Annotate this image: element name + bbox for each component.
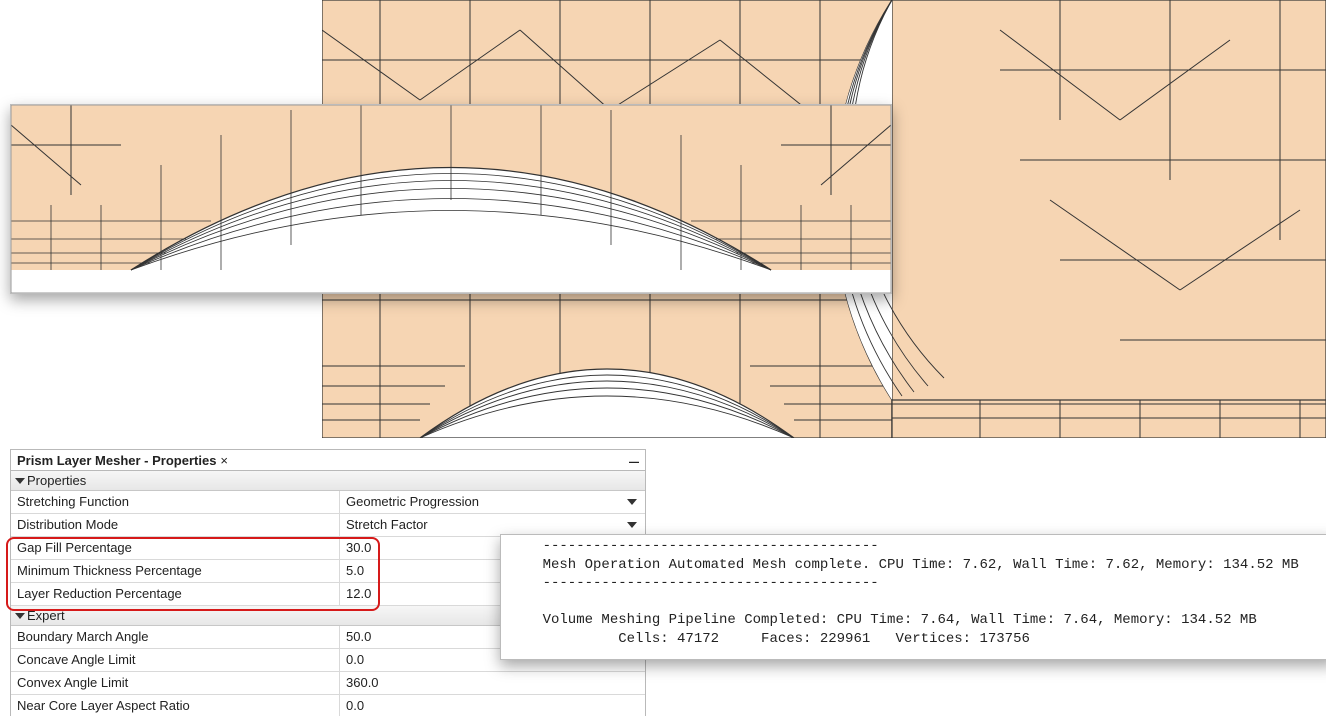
label-distribution-mode: Distribution Mode [11, 514, 340, 536]
chevron-down-icon [15, 613, 25, 619]
row-convex[interactable]: Convex Angle Limit 360.0 [11, 672, 645, 695]
row-near-core[interactable]: Near Core Layer Aspect Ratio 0.0 [11, 695, 645, 716]
console-line: Mesh Operation Automated Mesh complete. … [509, 557, 1299, 573]
label-layer-reduction: Layer Reduction Percentage [11, 583, 340, 605]
value-convex[interactable]: 360.0 [340, 672, 645, 694]
close-icon[interactable]: × [220, 453, 228, 468]
label-boundary-march: Boundary March Angle [11, 626, 340, 648]
value-stretching-function[interactable]: Geometric Progression [340, 491, 645, 513]
label-min-thickness: Minimum Thickness Percentage [11, 560, 340, 582]
chevron-down-icon [627, 499, 637, 505]
row-stretching-function[interactable]: Stretching Function Geometric Progressio… [11, 491, 645, 514]
properties-titlebar[interactable]: Prism Layer Mesher - Properties × – [11, 450, 645, 471]
label-convex: Convex Angle Limit [11, 672, 340, 694]
mesh-inset-panel [10, 104, 892, 294]
label-concave: Concave Angle Limit [11, 649, 340, 671]
mesh-inset-svg [11, 105, 891, 293]
console-line: ---------------------------------------- [509, 575, 879, 591]
console-line: Volume Meshing Pipeline Completed: CPU T… [509, 612, 1257, 628]
mesh-viewport[interactable] [0, 0, 1326, 438]
section-properties[interactable]: Properties [11, 471, 645, 491]
label-near-core: Near Core Layer Aspect Ratio [11, 695, 340, 716]
console-output: ----------------------------------------… [500, 534, 1326, 660]
section-properties-label: Properties [27, 473, 86, 488]
label-gap-fill: Gap Fill Percentage [11, 537, 340, 559]
value-near-core[interactable]: 0.0 [340, 695, 645, 716]
minimize-icon[interactable]: – [629, 455, 639, 467]
chevron-down-icon [627, 522, 637, 528]
section-expert-label: Expert [27, 608, 65, 623]
console-line: ---------------------------------------- [509, 538, 879, 554]
value-distribution-mode[interactable]: Stretch Factor [340, 514, 645, 536]
properties-title: Prism Layer Mesher - Properties [17, 453, 216, 468]
label-stretching-function: Stretching Function [11, 491, 340, 513]
chevron-down-icon [15, 478, 25, 484]
console-line: Cells: 47172 Faces: 229961 Vertices: 173… [509, 631, 1030, 647]
